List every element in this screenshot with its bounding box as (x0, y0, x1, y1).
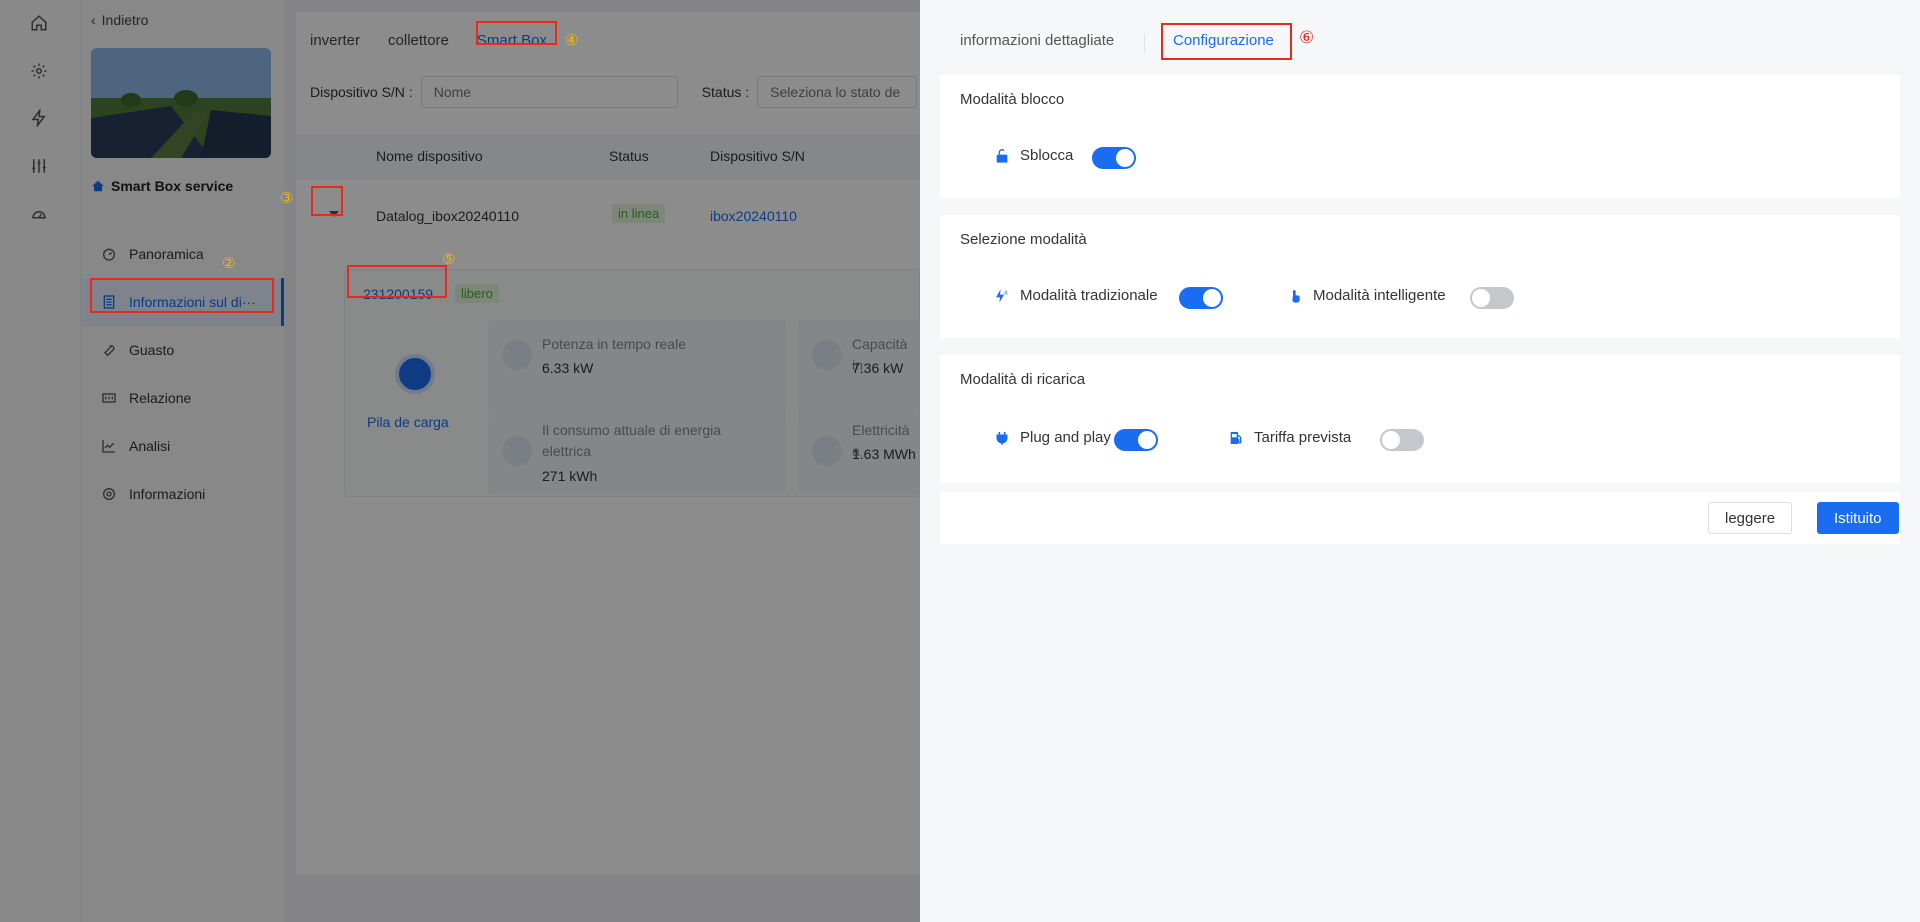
modal-overlay[interactable] (0, 0, 920, 922)
option-label: Modalità intelligente (1313, 287, 1446, 304)
mode-selection-section: Selezione modalità A Modalità tradiziona… (940, 215, 1900, 338)
scheduled-tariff-toggle[interactable] (1380, 429, 1424, 451)
tab-configuration[interactable]: Configurazione (1173, 32, 1274, 49)
option-label: Plug and play (1020, 429, 1111, 446)
section-title: Modalità blocco (960, 91, 1065, 108)
tab-detailed-info[interactable]: informazioni dettagliate (960, 32, 1114, 49)
toggle-knob (1203, 289, 1221, 307)
annotation-number-2: ② (222, 255, 236, 272)
set-button[interactable]: Istituito (1817, 502, 1899, 534)
charging-mode-section: Modalità di ricarica Plug and play Tarif… (940, 355, 1900, 483)
annotation-number-6: ⑥ (1299, 28, 1315, 47)
drawer-tabs: informazioni dettagliate Configurazione (920, 26, 1920, 58)
scheduled-tariff-option: Tariffa prevista (1228, 429, 1351, 446)
plug-icon (996, 431, 1008, 445)
plug-and-play-option: Plug and play (994, 429, 1111, 446)
annotation-number-4: ④ (565, 32, 579, 49)
intelligent-mode-option: Modalità intelligente (1287, 287, 1446, 304)
unlock-toggle[interactable] (1092, 147, 1136, 169)
toggle-knob (1116, 149, 1134, 167)
section-title: Modalità di ricarica (960, 371, 1086, 388)
fuel-pump-icon (1230, 431, 1242, 444)
drawer-footer: leggere Istituito (940, 492, 1900, 544)
lock-mode-section: Modalità blocco Sblocca (940, 75, 1900, 198)
config-drawer: informazioni dettagliate Configurazione … (920, 0, 1920, 922)
unlock-option: Sblocca (994, 147, 1073, 164)
read-button[interactable]: leggere (1708, 502, 1793, 534)
traditional-mode-option: A Modalità tradizionale (994, 287, 1158, 304)
section-title: Selezione modalità (960, 231, 1087, 248)
option-label: Sblocca (1020, 147, 1074, 164)
intelligent-mode-toggle[interactable] (1470, 287, 1514, 309)
traditional-mode-toggle[interactable] (1179, 287, 1223, 309)
lock-open-icon (996, 148, 1008, 163)
option-label: Modalità tradizionale (1020, 287, 1158, 304)
toggle-knob (1472, 289, 1490, 307)
toggle-knob (1138, 431, 1156, 449)
touch-hand-icon (1292, 289, 1300, 303)
svg-text:A: A (1004, 290, 1008, 296)
annotation-number-3: ③ (280, 190, 294, 207)
annotation-number-5: ⑤ (442, 251, 456, 268)
tab-separator (1144, 34, 1145, 52)
flash-auto-icon: A (996, 288, 1008, 303)
toggle-knob (1382, 431, 1400, 449)
option-label: Tariffa prevista (1254, 429, 1352, 446)
plug-and-play-toggle[interactable] (1114, 429, 1158, 451)
